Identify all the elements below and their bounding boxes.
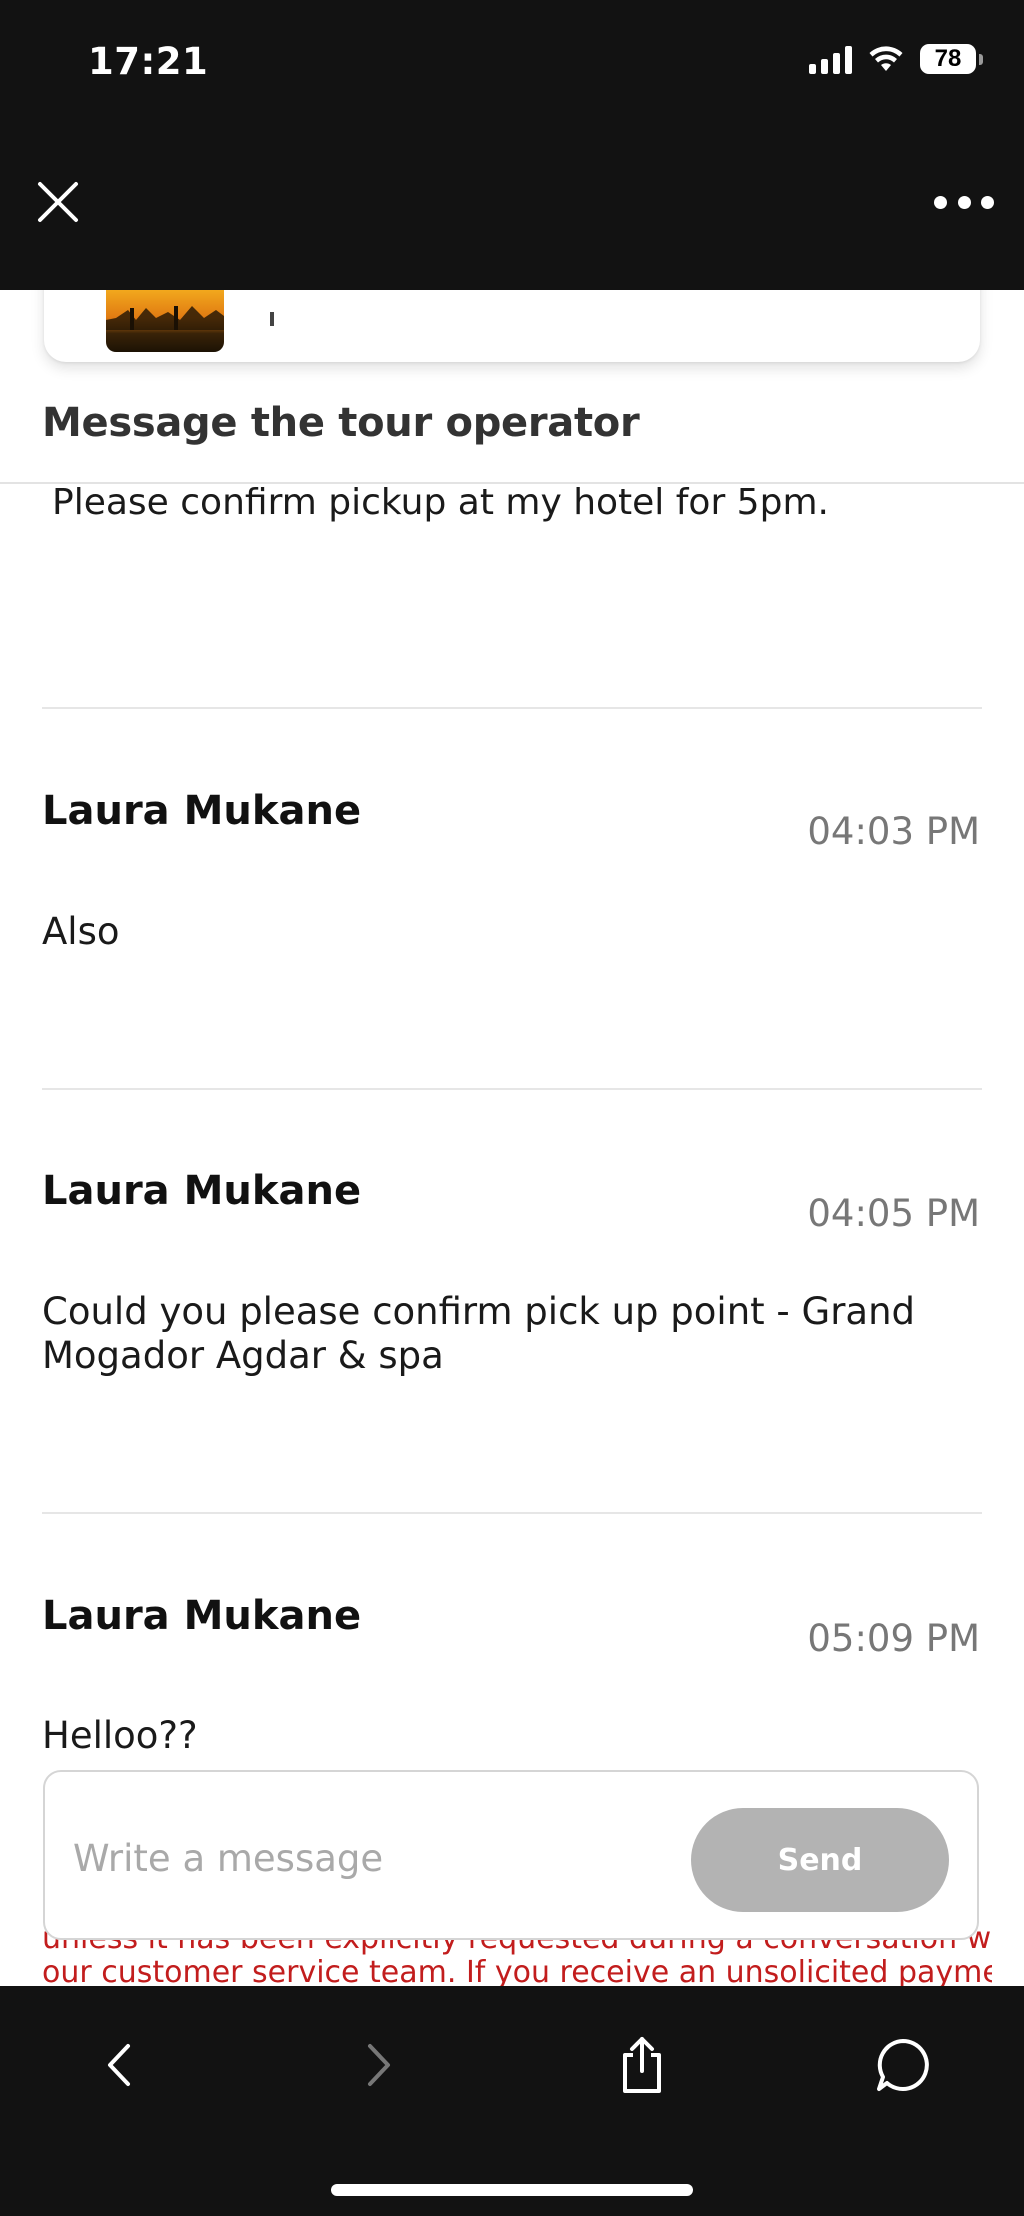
close-icon — [38, 182, 78, 222]
battery-level: 78 — [934, 45, 962, 72]
chevron-left-icon — [108, 2044, 130, 2086]
message-author: Laura Mukane — [42, 1593, 362, 1639]
tabs-button[interactable] — [868, 2030, 938, 2100]
tour-thumbnail-image — [106, 290, 224, 352]
page-title: Message the tour operator — [42, 400, 640, 446]
more-dot-icon — [934, 195, 947, 209]
status-time: 17:21 — [88, 40, 209, 83]
chat-bubble-icon — [877, 2039, 929, 2091]
send-button[interactable]: Send — [691, 1808, 949, 1912]
message-timestamp: 05:09 PM — [807, 1617, 980, 1660]
message-body: Also — [42, 910, 120, 953]
top-bar: 17:21 78 — [0, 0, 1024, 290]
battery-icon: 78 — [920, 44, 983, 74]
status-icons: 78 — [809, 44, 983, 74]
message-divider — [42, 1088, 982, 1090]
forward-button[interactable] — [344, 2030, 414, 2100]
back-button[interactable] — [84, 2030, 154, 2100]
share-icon — [623, 2037, 661, 2093]
cellular-signal-icon — [809, 44, 852, 74]
message-timestamp: 04:05 PM — [807, 1192, 980, 1235]
message-composer: Send — [43, 1770, 979, 1940]
message-timestamp: 04:03 PM — [807, 810, 980, 853]
more-options-button[interactable] — [934, 184, 994, 220]
message-author: Laura Mukane — [42, 1168, 362, 1214]
message-input[interactable] — [71, 1822, 695, 1894]
wifi-icon — [868, 45, 904, 73]
home-indicator — [331, 2184, 693, 2196]
message-divider — [42, 707, 982, 709]
message-body: Please confirm pickup at my hotel for 5p… — [52, 482, 829, 523]
message-author: Laura Mukane — [42, 788, 362, 834]
share-button[interactable] — [607, 2030, 677, 2100]
tour-title-fragment — [270, 312, 274, 326]
message-divider — [42, 1512, 982, 1514]
message-body: Could you please confirm pick up point -… — [42, 1290, 916, 1377]
payment-warning-line: our customer service team. If you receiv… — [42, 1955, 992, 1989]
message-body: Helloo?? — [42, 1714, 198, 1757]
more-dot-icon — [981, 195, 994, 209]
browser-toolbar — [0, 1986, 1024, 2216]
close-button[interactable] — [34, 178, 82, 226]
chevron-right-icon — [368, 2044, 390, 2086]
more-dot-icon — [957, 195, 971, 209]
